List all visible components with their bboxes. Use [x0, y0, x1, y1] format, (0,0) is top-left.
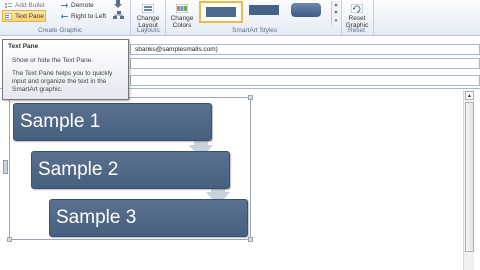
smartart-shape-3[interactable]: Sample 3 — [49, 199, 248, 237]
org-chart-icon — [113, 11, 125, 21]
subject-field[interactable] — [130, 75, 480, 86]
to-field[interactable]: sbanks@samplesmalls.com) — [130, 44, 480, 55]
demote-arrow-icon — [61, 2, 68, 9]
layouts-group-label: Layouts — [137, 27, 160, 34]
resize-handle[interactable] — [248, 95, 253, 100]
smartart-style-3[interactable] — [288, 1, 328, 23]
change-layout-button[interactable]: Change Layout — [133, 3, 163, 29]
smartart-style-2[interactable] — [246, 1, 284, 23]
text-pane-button[interactable]: Text Pane — [4, 11, 44, 22]
scroll-up-icon[interactable]: ▲ — [332, 1, 340, 9]
change-colors-button[interactable]: Change Colors — [167, 3, 197, 29]
reset-graphic-button[interactable]: Reset Graphic — [342, 3, 372, 29]
more-styles-icon[interactable]: ▾ — [332, 17, 340, 25]
color-palette-icon — [175, 3, 189, 14]
to-field-value: sbanks@samplesmalls.com) — [135, 46, 218, 53]
resize-handle[interactable] — [7, 237, 12, 242]
add-bullet-button[interactable]: Add Bullet — [4, 0, 45, 11]
scrollbar-thumb[interactable] — [465, 102, 474, 252]
reset-graphic-icon — [350, 3, 364, 14]
styles-gallery-scroll[interactable]: ▲ ▼ ▾ — [331, 1, 340, 25]
scroll-down-icon[interactable]: ▼ — [332, 9, 340, 17]
tooltip-title: Text Pane — [8, 43, 39, 50]
text-pane-icon — [4, 12, 13, 21]
smartart-style-1[interactable] — [199, 1, 243, 23]
add-bullet-icon — [5, 2, 12, 9]
vertical-scrollbar[interactable]: ▲ — [463, 90, 474, 270]
create-graphic-group-label: Create Graphic — [38, 27, 83, 34]
layout-button[interactable] — [113, 11, 125, 22]
text-pane-toggle-tab[interactable] — [3, 160, 8, 174]
cc-field[interactable] — [130, 58, 480, 69]
resize-handle[interactable] — [248, 237, 253, 242]
text-pane-tooltip: Text Pane Show or hide the Text Pane. Th… — [2, 39, 129, 100]
right-to-left-button[interactable]: Right to Left — [60, 11, 106, 22]
layout-icon — [141, 3, 155, 14]
arrow-down-icon — [114, 0, 122, 10]
scroll-up-arrow-icon[interactable]: ▲ — [465, 91, 474, 100]
demote-button[interactable]: Demote — [60, 0, 94, 11]
move-down-button[interactable] — [114, 0, 122, 11]
smartart-shape-2[interactable]: Sample 2 — [31, 151, 230, 189]
group-separator — [130, 0, 131, 35]
reset-group-label: Reset — [348, 27, 365, 34]
tooltip-line-2: The Text Pane helps you to quickly input… — [12, 70, 113, 93]
tooltip-line-1: Show or hide the Text Pane. — [12, 57, 94, 64]
right-to-left-icon — [61, 13, 68, 20]
group-separator — [373, 0, 374, 35]
smartart-shape-1[interactable]: Sample 1 — [13, 103, 212, 141]
group-separator — [165, 0, 166, 35]
ribbon: Add Bullet Text Pane Demote Right to Lef… — [0, 0, 480, 36]
smartart-styles-group-label: SmartArt Styles — [232, 27, 278, 34]
